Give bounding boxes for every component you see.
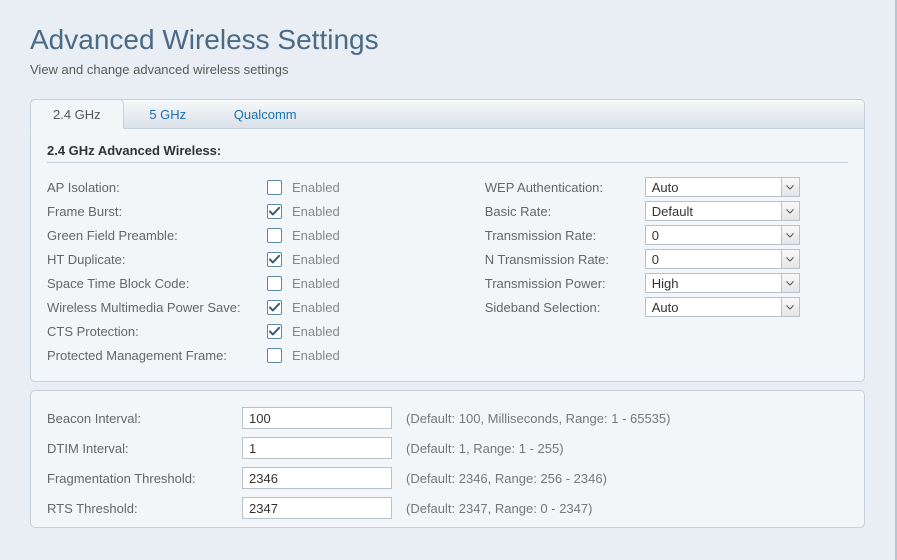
enabled-label: Enabled bbox=[292, 204, 340, 219]
right-column: WEP Authentication:AutoBasic Rate:Defaul… bbox=[485, 175, 848, 367]
chevron-down-icon bbox=[781, 250, 799, 268]
interval-panel: Beacon Interval: (Default: 100, Milliseco… bbox=[30, 390, 865, 528]
fragmentation_threshold-input[interactable] bbox=[242, 467, 392, 489]
tab-qualcomm[interactable]: Qualcomm bbox=[212, 100, 319, 128]
enabled-label: Enabled bbox=[292, 228, 340, 243]
setting-row-fragmentation_threshold: Fragmentation Threshold: (Default: 2346, … bbox=[47, 463, 848, 493]
page-subtitle: View and change advanced wireless settin… bbox=[30, 62, 865, 77]
enabled-label: Enabled bbox=[292, 276, 340, 291]
section-title: 2.4 GHz Advanced Wireless: bbox=[47, 143, 848, 163]
select-value: 0 bbox=[646, 228, 781, 243]
select-value: Auto bbox=[646, 180, 781, 195]
setting-label: Transmission Rate: bbox=[485, 228, 645, 243]
setting-row-ap_isolation: AP Isolation: Enabled bbox=[47, 175, 465, 199]
green_field_preamble-checkbox[interactable] bbox=[267, 228, 282, 243]
protected_management_frame-checkbox[interactable] bbox=[267, 348, 282, 363]
tabs-container: 2.4 GHz 5 GHz Qualcomm bbox=[30, 99, 865, 129]
enabled-label: Enabled bbox=[292, 180, 340, 195]
transmission_power-select[interactable]: High bbox=[645, 273, 800, 293]
tab-24ghz[interactable]: 2.4 GHz bbox=[30, 99, 124, 129]
setting-label: AP Isolation: bbox=[47, 180, 267, 195]
basic_rate-select[interactable]: Default bbox=[645, 201, 800, 221]
select-value: High bbox=[646, 276, 781, 291]
enabled-label: Enabled bbox=[292, 324, 340, 339]
setting-row-sideband_selection: Sideband Selection:Auto bbox=[485, 295, 848, 319]
setting-label: Transmission Power: bbox=[485, 276, 645, 291]
setting-row-rts_threshold: RTS Threshold: (Default: 2347, Range: 0 -… bbox=[47, 493, 848, 523]
setting-row-wep_authentication: WEP Authentication:Auto bbox=[485, 175, 848, 199]
transmission_rate-select[interactable]: 0 bbox=[645, 225, 800, 245]
chevron-down-icon bbox=[781, 298, 799, 316]
setting-label: N Transmission Rate: bbox=[485, 252, 645, 267]
enabled-label: Enabled bbox=[292, 348, 340, 363]
setting-label: Frame Burst: bbox=[47, 204, 267, 219]
setting-label: Fragmentation Threshold: bbox=[47, 471, 242, 486]
beacon_interval-input[interactable] bbox=[242, 407, 392, 429]
setting-label: Sideband Selection: bbox=[485, 300, 645, 315]
setting-hint: (Default: 2346, Range: 256 - 2346) bbox=[406, 471, 607, 486]
space_time_block_code-checkbox[interactable] bbox=[267, 276, 282, 291]
wep_authentication-select[interactable]: Auto bbox=[645, 177, 800, 197]
wireless_multimedia_power_save-checkbox[interactable] bbox=[267, 300, 282, 315]
setting-row-transmission_power: Transmission Power:High bbox=[485, 271, 848, 295]
setting-row-dtim_interval: DTIM Interval: (Default: 1, Range: 1 - 25… bbox=[47, 433, 848, 463]
ht_duplicate-checkbox[interactable] bbox=[267, 252, 282, 267]
setting-label: Protected Management Frame: bbox=[47, 348, 267, 363]
rts_threshold-input[interactable] bbox=[242, 497, 392, 519]
select-value: 0 bbox=[646, 252, 781, 267]
select-value: Auto bbox=[646, 300, 781, 315]
ap_isolation-checkbox[interactable] bbox=[267, 180, 282, 195]
frame_burst-checkbox[interactable] bbox=[267, 204, 282, 219]
setting-label: DTIM Interval: bbox=[47, 441, 242, 456]
select-value: Default bbox=[646, 204, 781, 219]
setting-label: Space Time Block Code: bbox=[47, 276, 267, 291]
setting-label: Basic Rate: bbox=[485, 204, 645, 219]
setting-label: RTS Threshold: bbox=[47, 501, 242, 516]
setting-label: Beacon Interval: bbox=[47, 411, 242, 426]
setting-row-protected_management_frame: Protected Management Frame: Enabled bbox=[47, 343, 465, 367]
cts_protection-checkbox[interactable] bbox=[267, 324, 282, 339]
setting-row-n_transmission_rate: N Transmission Rate:0 bbox=[485, 247, 848, 271]
setting-hint: (Default: 2347, Range: 0 - 2347) bbox=[406, 501, 592, 516]
page-title: Advanced Wireless Settings bbox=[30, 24, 865, 56]
chevron-down-icon bbox=[781, 226, 799, 244]
setting-row-space_time_block_code: Space Time Block Code: Enabled bbox=[47, 271, 465, 295]
setting-label: Wireless Multimedia Power Save: bbox=[47, 300, 267, 315]
settings-panel: 2.4 GHz Advanced Wireless: AP Isolation:… bbox=[30, 128, 865, 382]
setting-row-ht_duplicate: HT Duplicate: Enabled bbox=[47, 247, 465, 271]
setting-hint: (Default: 1, Range: 1 - 255) bbox=[406, 441, 564, 456]
n_transmission_rate-select[interactable]: 0 bbox=[645, 249, 800, 269]
chevron-down-icon bbox=[781, 178, 799, 196]
tab-5ghz[interactable]: 5 GHz bbox=[127, 100, 208, 128]
setting-row-cts_protection: CTS Protection: Enabled bbox=[47, 319, 465, 343]
setting-row-wireless_multimedia_power_save: Wireless Multimedia Power Save: Enabled bbox=[47, 295, 465, 319]
enabled-label: Enabled bbox=[292, 252, 340, 267]
left-column: AP Isolation:EnabledFrame Burst:EnabledG… bbox=[47, 175, 465, 367]
chevron-down-icon bbox=[781, 274, 799, 292]
setting-label: HT Duplicate: bbox=[47, 252, 267, 267]
setting-row-transmission_rate: Transmission Rate:0 bbox=[485, 223, 848, 247]
setting-label: WEP Authentication: bbox=[485, 180, 645, 195]
setting-label: CTS Protection: bbox=[47, 324, 267, 339]
setting-row-beacon_interval: Beacon Interval: (Default: 100, Milliseco… bbox=[47, 403, 848, 433]
setting-row-green_field_preamble: Green Field Preamble: Enabled bbox=[47, 223, 465, 247]
setting-row-frame_burst: Frame Burst: Enabled bbox=[47, 199, 465, 223]
setting-row-basic_rate: Basic Rate:Default bbox=[485, 199, 848, 223]
dtim_interval-input[interactable] bbox=[242, 437, 392, 459]
setting-label: Green Field Preamble: bbox=[47, 228, 267, 243]
sideband_selection-select[interactable]: Auto bbox=[645, 297, 800, 317]
setting-hint: (Default: 100, Milliseconds, Range: 1 - … bbox=[406, 411, 670, 426]
chevron-down-icon bbox=[781, 202, 799, 220]
enabled-label: Enabled bbox=[292, 300, 340, 315]
